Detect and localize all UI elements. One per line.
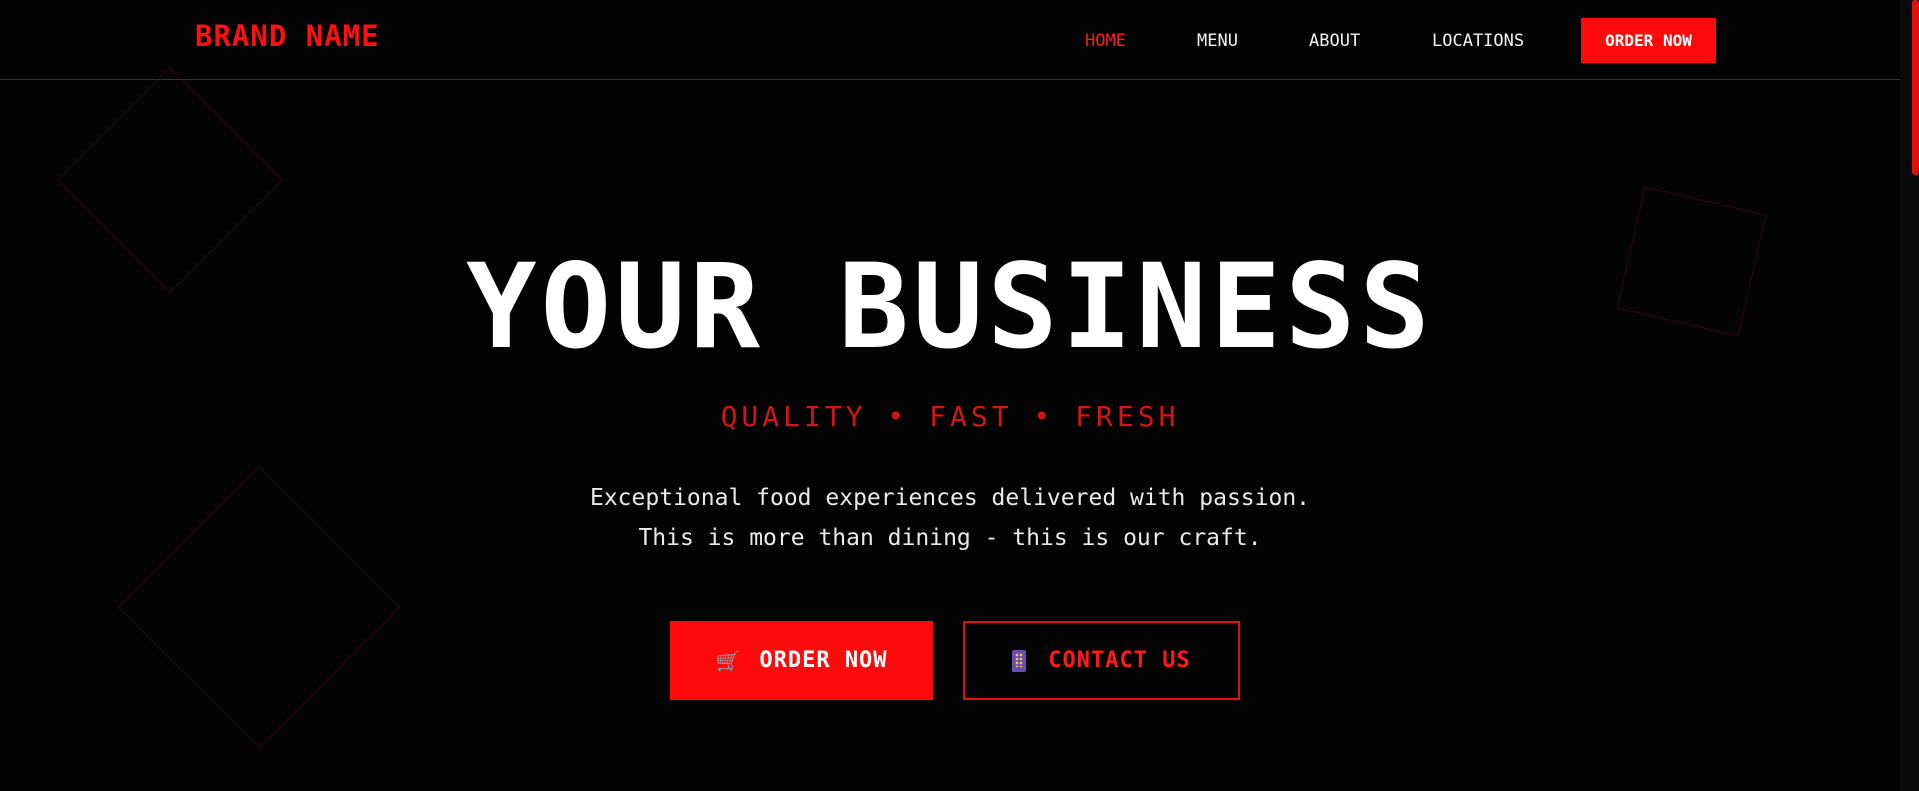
hero-title: YOUR BUSINESS — [466, 238, 1434, 375]
page: BRAND NAME HOME MENU ABOUT LOCATIONS ORD… — [0, 0, 1900, 791]
brand-logo[interactable]: BRAND NAME — [195, 19, 380, 53]
contact-us-label: CONTACT US — [1048, 648, 1191, 673]
scrollbar-thumb[interactable] — [1912, 0, 1919, 175]
order-now-button[interactable]: 🛒 ORDER NOW — [670, 621, 933, 700]
order-now-label: ORDER NOW — [759, 648, 888, 673]
nav-menu[interactable]: MENU — [1197, 31, 1238, 51]
hero-description-line-1: Exceptional food experiences delivered w… — [589, 485, 1311, 511]
phone-icon — [1012, 649, 1027, 672]
nav-about[interactable]: ABOUT — [1309, 31, 1360, 51]
cart-icon: 🛒 — [715, 648, 742, 673]
contact-us-button[interactable]: CONTACT US — [963, 621, 1240, 700]
hero-description-line-2: This is more than dining - this is our c… — [638, 525, 1262, 551]
nav-locations[interactable]: LOCATIONS — [1432, 31, 1524, 51]
nav-home[interactable]: HOME — [1085, 31, 1126, 51]
site-header: BRAND NAME HOME MENU ABOUT LOCATIONS ORD… — [0, 0, 1900, 80]
header-order-now-button[interactable]: ORDER NOW — [1581, 18, 1716, 63]
hero-tagline: QUALITY • FAST • FRESH — [720, 400, 1180, 433]
vertical-scrollbar[interactable] — [1900, 0, 1919, 791]
